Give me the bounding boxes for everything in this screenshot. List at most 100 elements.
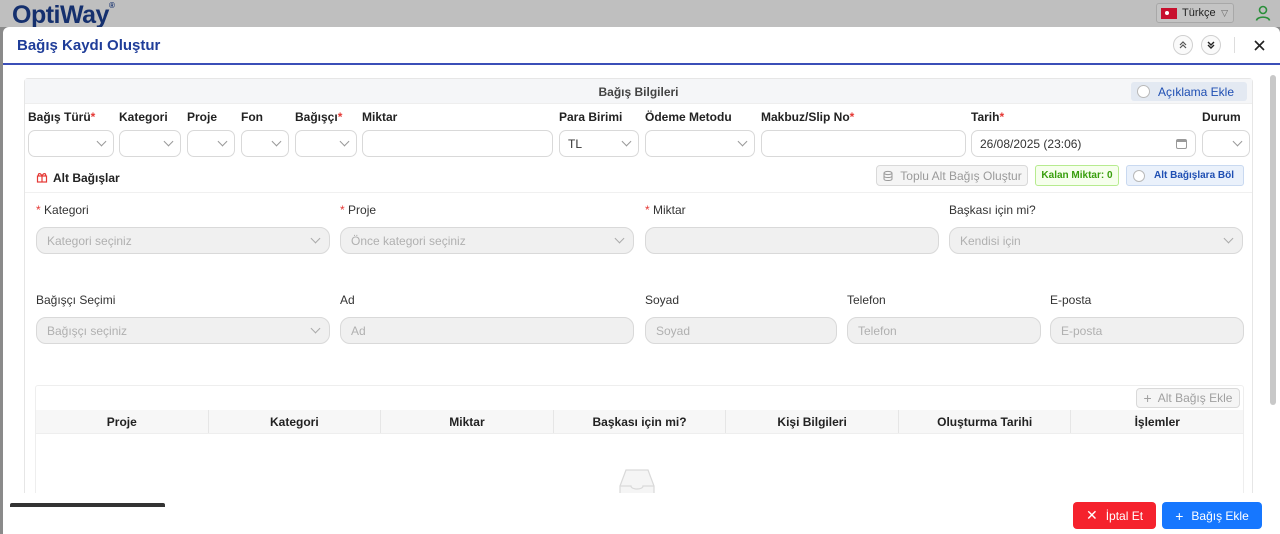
donation-type-select[interactable]: [28, 130, 114, 157]
scrollbar[interactable]: [1270, 75, 1276, 405]
bulk-sub-donation-button[interactable]: Toplu Alt Bağış Oluştur: [876, 165, 1028, 186]
sub-email-input[interactable]: E-posta: [1050, 317, 1244, 344]
amount-input[interactable]: [362, 130, 553, 157]
sub-email-label: E-posta: [1050, 293, 1092, 307]
column-created-date: Oluşturma Tarihi: [899, 410, 1072, 433]
sub-donor-select[interactable]: Bağışçı seçiniz: [36, 317, 330, 344]
add-donation-label: Bağış Ekle: [1191, 508, 1249, 523]
app-header: OptiWay® Türkçe ▽: [0, 0, 1280, 30]
double-chevron-down-icon: [1207, 41, 1215, 49]
language-select[interactable]: Türkçe ▽: [1156, 3, 1234, 23]
close-icon: [1253, 39, 1265, 51]
chevron-down-icon: [1223, 233, 1234, 244]
chevron-down-icon: [614, 233, 625, 244]
chevron-down-icon: [96, 136, 107, 147]
user-icon[interactable]: [1254, 4, 1272, 22]
sub-surname-input[interactable]: Soyad: [645, 317, 837, 344]
sub-category-label: * Kategori: [36, 203, 89, 217]
chevron-down-icon: [1232, 136, 1243, 147]
currency-select[interactable]: TL: [559, 130, 639, 157]
modal-header: Bağış Kaydı Oluştur: [3, 27, 1280, 65]
date-label: Tarih*: [971, 110, 1005, 124]
app-logo[interactable]: OptiWay®: [12, 1, 115, 30]
header-divider: [1234, 37, 1235, 53]
split-sub-donations-toggle[interactable]: Alt Bağışlara Böl: [1126, 165, 1244, 186]
sub-phone-input[interactable]: Telefon: [847, 317, 1041, 344]
sub-surname-label: Soyad: [645, 293, 680, 307]
sub-amount-label: * Miktar: [645, 203, 686, 217]
chevron-down-icon: [621, 136, 632, 147]
sub-category-select[interactable]: Kategori seçiniz: [36, 227, 330, 254]
payment-method-select[interactable]: [645, 130, 755, 157]
sub-phone-label: Telefon: [847, 293, 886, 307]
column-other: Başkası için mi?: [554, 410, 727, 433]
add-donation-button[interactable]: + Bağış Ekle: [1162, 502, 1262, 529]
column-category: Kategori: [209, 410, 382, 433]
project-select[interactable]: [187, 130, 235, 157]
remaining-amount-badge: Kalan Miktar: 0: [1035, 165, 1119, 186]
sub-other-select[interactable]: Kendisi için: [949, 227, 1243, 254]
sub-amount-input[interactable]: [645, 227, 939, 254]
sub-other-label: Başkası için mi?: [949, 203, 1036, 217]
plus-icon: +: [1175, 507, 1184, 524]
category-select[interactable]: [119, 130, 181, 157]
modal-footer: ✕ İptal Et + Bağış Ekle: [3, 493, 1280, 534]
calendar-icon: [1176, 138, 1187, 149]
date-value: 26/08/2025 (23:06): [980, 136, 1082, 151]
bulk-button-label: Toplu Alt Bağış Oluştur: [900, 168, 1022, 183]
sub-donations-header: Alt Bağışlar Toplu Alt Bağış Oluştur Kal…: [25, 165, 1252, 193]
expand-down-button[interactable]: [1201, 35, 1221, 55]
status-select[interactable]: [1202, 130, 1250, 157]
add-description-toggle[interactable]: Açıklama Ekle: [1131, 82, 1247, 101]
fund-label: Fon: [241, 110, 263, 124]
column-amount: Miktar: [381, 410, 554, 433]
donation-info-header: Bağış Bilgileri Açıklama Ekle: [25, 79, 1252, 104]
sub-project-select[interactable]: Önce kategori seçiniz: [340, 227, 634, 254]
currency-value: TL: [568, 136, 583, 151]
cancel-button[interactable]: ✕ İptal Et: [1073, 502, 1156, 529]
payment-method-label: Ödeme Metodu: [645, 110, 732, 124]
donor-label: Bağışçı*: [295, 110, 343, 124]
chevron-down-icon: [310, 323, 321, 334]
donation-info-title: Bağış Bilgileri: [598, 85, 679, 99]
modal-title: Bağış Kaydı Oluştur: [17, 37, 161, 54]
gift-icon: [36, 173, 48, 183]
chevron-down-icon: ▽: [1221, 7, 1228, 18]
chevron-down-icon: [310, 233, 321, 244]
receipt-no-input[interactable]: [761, 130, 966, 157]
plus-icon: +: [1143, 390, 1152, 406]
add-sub-label: Alt Bağış Ekle: [1157, 391, 1233, 405]
chevron-down-icon: [339, 136, 350, 147]
cancel-label: İptal Et: [1105, 508, 1144, 523]
currency-label: Para Birimi: [559, 110, 623, 124]
language-label: Türkçe: [1182, 7, 1216, 19]
close-icon: ✕: [1085, 507, 1098, 523]
table-header: Proje Kategori Miktar Başkası için mi? K…: [36, 410, 1243, 434]
add-sub-donation-button[interactable]: + Alt Bağış Ekle: [1136, 388, 1240, 408]
sub-donor-label: Bağışçı Seçimi: [36, 293, 116, 307]
receipt-no-label: Makbuz/Slip No*: [761, 110, 855, 124]
chevron-down-icon: [737, 136, 748, 147]
double-chevron-up-icon: [1179, 41, 1187, 49]
amount-label: Miktar: [362, 110, 398, 124]
collapse-up-button[interactable]: [1173, 35, 1193, 55]
donation-type-label: Bağış Türü*: [28, 110, 96, 124]
close-button[interactable]: [1249, 35, 1269, 55]
column-person-info: Kişi Bilgileri: [726, 410, 899, 433]
date-picker[interactable]: 26/08/2025 (23:06): [971, 130, 1196, 157]
chevron-down-icon: [217, 136, 228, 147]
modal-body: Bağış Bilgileri Açıklama Ekle Bağış Türü…: [3, 67, 1280, 525]
project-label: Proje: [187, 110, 218, 124]
donation-info-card: Bağış Bilgileri Açıklama Ekle Bağış Türü…: [24, 78, 1253, 525]
database-icon: [883, 170, 893, 181]
sub-name-label: Ad: [340, 293, 355, 307]
column-project: Proje: [36, 410, 209, 433]
status-label: Durum: [1202, 110, 1241, 124]
sub-name-input[interactable]: Ad: [340, 317, 634, 344]
sub-donations-title: Alt Bağışlar: [53, 171, 120, 185]
split-checkbox[interactable]: [1133, 169, 1145, 182]
donation-modal: Bağış Kaydı Oluştur Bağış Bilgileri Açık…: [3, 27, 1280, 534]
donor-select[interactable]: [295, 130, 357, 157]
description-checkbox[interactable]: [1137, 85, 1150, 98]
fund-select[interactable]: [241, 130, 289, 157]
